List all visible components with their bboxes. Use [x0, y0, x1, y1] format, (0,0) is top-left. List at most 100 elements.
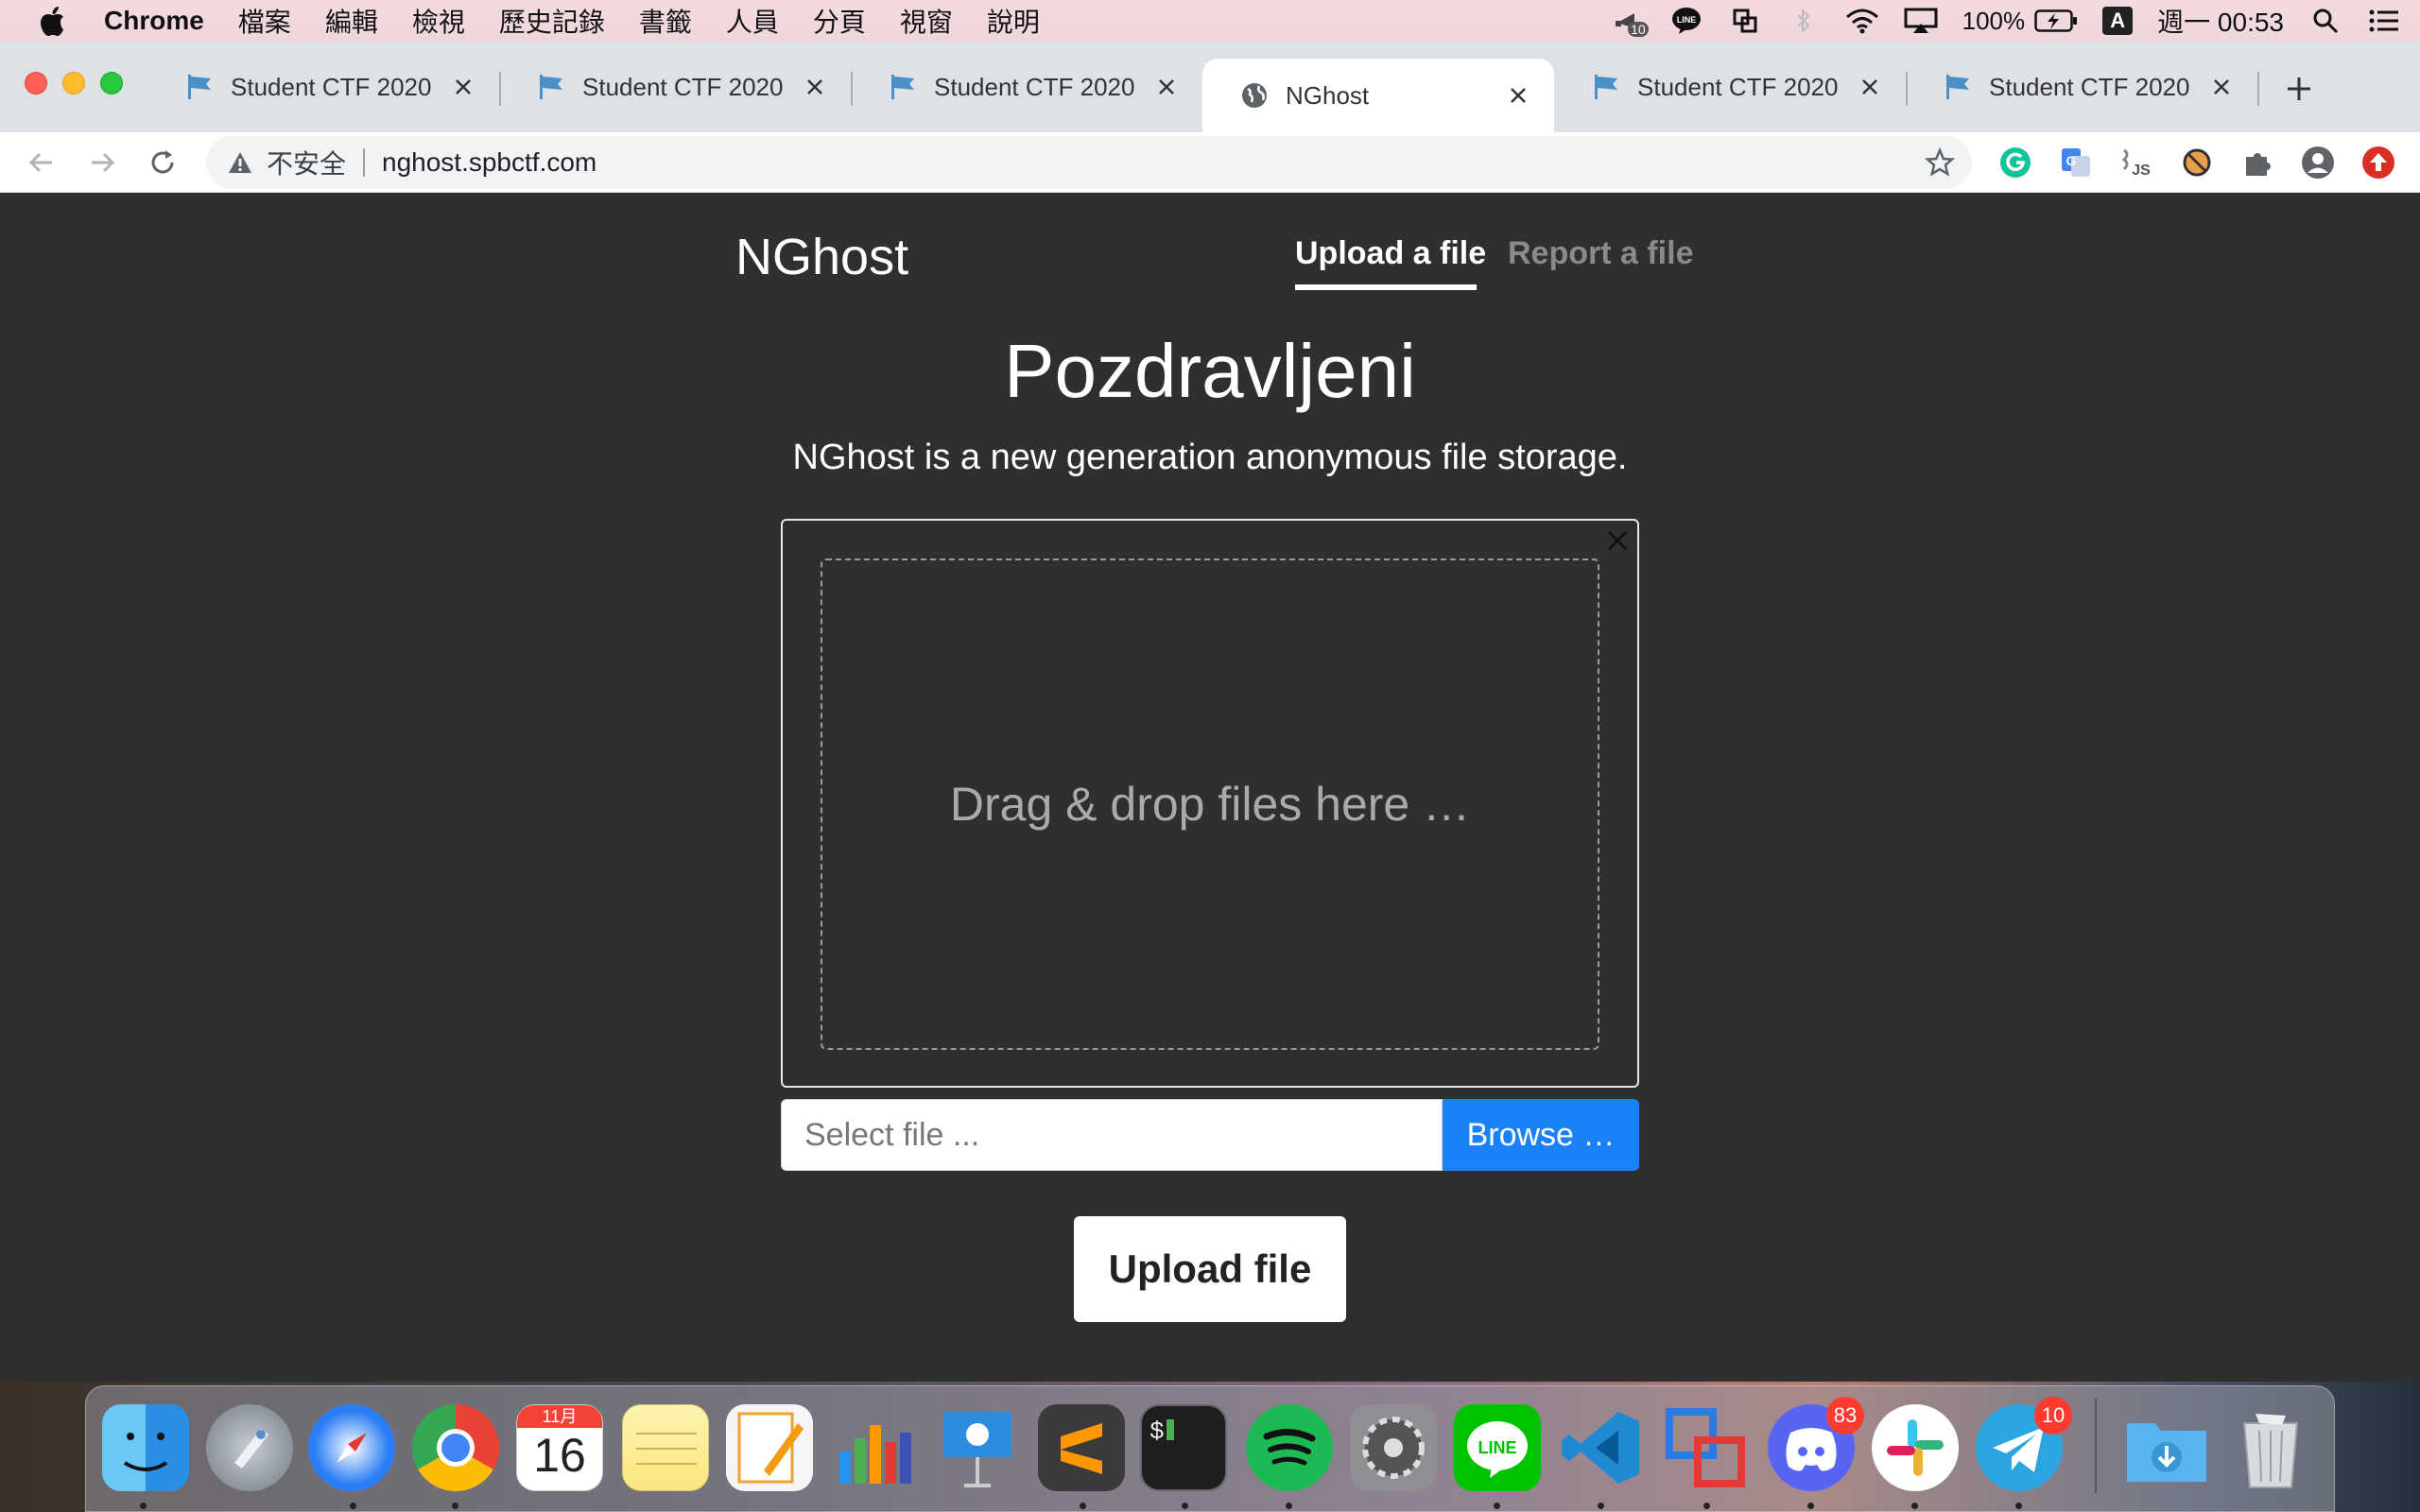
tab-student-ctf-5[interactable]: Student CTF 2020 [1906, 59, 2257, 115]
tab-nghost[interactable]: NGhost [1202, 59, 1554, 132]
vscode-icon[interactable] [1558, 1404, 1645, 1491]
finder-icon[interactable] [102, 1404, 189, 1491]
profile-avatar-icon[interactable] [2299, 144, 2337, 181]
tab-title: NGhost [1286, 80, 1370, 110]
tab-student-ctf-4[interactable]: Student CTF 2020 [1554, 59, 1906, 115]
flag-icon [188, 75, 211, 99]
window-minimize-button[interactable] [62, 72, 85, 94]
running-indicator [1598, 1503, 1604, 1509]
sublime-text-icon[interactable] [1038, 1404, 1125, 1491]
tab-close-icon[interactable] [450, 74, 476, 100]
menu-bar-clock[interactable]: 週一 00:53 [2157, 2, 2284, 40]
tab-title: Student CTF 2020 [582, 72, 784, 101]
page-heading: Pozdravljeni [1004, 329, 1416, 413]
menu-window[interactable]: 視窗 [900, 2, 953, 40]
javascript-switch-extension-icon[interactable]: JS [2118, 144, 2155, 181]
back-arrow-icon[interactable] [23, 144, 60, 181]
url-text[interactable]: nghost.spbctf.com [382, 147, 596, 178]
apple-logo-icon[interactable] [38, 5, 66, 37]
spotlight-search-icon[interactable] [2308, 7, 2342, 35]
nav-upload-a-file-link[interactable]: Upload a file [1295, 235, 1486, 272]
file-path-input[interactable]: Select file ... [781, 1099, 1443, 1171]
running-indicator [1911, 1503, 1918, 1509]
tab-student-ctf-2[interactable]: Student CTF 2020 [499, 59, 851, 115]
keynote-icon[interactable] [934, 1404, 1021, 1491]
numbers-icon[interactable] [830, 1404, 917, 1491]
warning-triangle-icon[interactable] [227, 149, 253, 176]
notes-icon[interactable] [622, 1404, 709, 1491]
svg-text:$: $ [1150, 1418, 1165, 1446]
dock-separator [2095, 1399, 2097, 1493]
macos-menu-bar: Chrome 檔案 編輯 檢視 歷史記錄 書籤 人員 分頁 視窗 說明 10 L… [0, 0, 2420, 42]
grammarly-extension-icon[interactable] [1996, 144, 2034, 181]
slack-icon[interactable] [1872, 1404, 1959, 1491]
tab-close-icon[interactable] [1505, 82, 1531, 109]
safari-icon[interactable] [308, 1404, 395, 1491]
file-dropzone[interactable]: Drag & drop files here … [781, 519, 1639, 1088]
screen-share-icon[interactable] [1728, 7, 1762, 35]
new-tab-plus-icon[interactable] [2280, 70, 2318, 108]
tab-title: Student CTF 2020 [1989, 72, 2190, 101]
forward-arrow-icon[interactable] [83, 144, 121, 181]
line-status-icon[interactable]: LINE [1669, 7, 1703, 35]
tab-close-icon[interactable] [2208, 74, 2235, 100]
tab-close-icon[interactable] [802, 74, 828, 100]
menu-help[interactable]: 說明 [987, 2, 1040, 40]
dropzone-close-icon[interactable] [1603, 526, 1632, 555]
line-app-icon[interactable]: LINE [1454, 1404, 1541, 1491]
security-status-label[interactable]: 不安全 [267, 144, 346, 181]
browse-button[interactable]: Browse … [1443, 1099, 1639, 1171]
downloads-folder-icon[interactable] [2123, 1404, 2210, 1491]
bluetooth-icon[interactable] [1787, 7, 1821, 35]
flag-icon [891, 75, 914, 99]
pages-icon[interactable] [726, 1404, 813, 1491]
nav-report-a-file-link[interactable]: Report a file [1508, 235, 1693, 272]
battery-charging-icon [2034, 9, 2078, 32]
window-zoom-button[interactable] [100, 72, 123, 94]
menu-edit[interactable]: 編輯 [325, 2, 378, 40]
google-chrome-icon[interactable] [412, 1404, 499, 1491]
spotify-icon[interactable] [1246, 1404, 1333, 1491]
running-indicator [2015, 1503, 2022, 1509]
menu-view[interactable]: 檢視 [412, 2, 465, 40]
extensions-puzzle-icon[interactable] [2238, 144, 2276, 181]
wifi-icon[interactable] [1845, 7, 1879, 35]
site-brand-logo[interactable]: NGhost [735, 228, 908, 286]
menu-tab[interactable]: 分頁 [813, 2, 866, 40]
running-indicator [1807, 1503, 1814, 1509]
svg-text:LINE: LINE [1676, 15, 1696, 25]
tab-student-ctf-1[interactable]: Student CTF 2020 [147, 59, 499, 115]
menu-history[interactable]: 歷史記錄 [499, 2, 605, 40]
google-translate-extension-icon[interactable]: G [2057, 144, 2095, 181]
tab-separator [2257, 72, 2259, 106]
calendar-icon[interactable]: 11月 16 [516, 1404, 603, 1491]
parallels-access-icon[interactable] [1662, 1404, 1749, 1491]
tab-close-icon[interactable] [1153, 74, 1180, 100]
telegram-icon[interactable]: 10 [1976, 1397, 2072, 1491]
menu-people[interactable]: 人員 [726, 2, 779, 40]
launchpad-icon[interactable] [206, 1404, 293, 1491]
system-preferences-icon[interactable] [1350, 1404, 1437, 1491]
airplay-icon[interactable] [1904, 7, 1938, 35]
reload-icon[interactable] [144, 144, 182, 181]
trash-icon[interactable] [2227, 1404, 2314, 1491]
tab-student-ctf-3[interactable]: Student CTF 2020 [851, 59, 1202, 115]
bookmark-star-icon[interactable] [1925, 147, 1955, 178]
chrome-update-icon[interactable] [2360, 144, 2397, 181]
upload-file-button[interactable]: Upload file [1074, 1216, 1346, 1322]
menu-file[interactable]: 檔案 [238, 2, 291, 40]
menu-bookmarks[interactable]: 書籤 [639, 2, 692, 40]
notification-center-icon[interactable] [2367, 7, 2401, 35]
menu-app-chrome[interactable]: Chrome [104, 6, 204, 36]
address-bar[interactable]: 不安全 nghost.spbctf.com [206, 136, 1972, 189]
tab-close-icon[interactable] [1857, 74, 1883, 100]
notification-status-icon[interactable]: 10 [1611, 7, 1649, 37]
dropzone-drop-area[interactable]: Drag & drop files here … [821, 558, 1599, 1050]
terminal-icon[interactable]: $ [1140, 1404, 1227, 1491]
battery-status[interactable]: 100% [1962, 7, 2079, 36]
blocked-extension-icon[interactable] [2178, 144, 2216, 181]
input-source-indicator[interactable]: A [2102, 7, 2134, 35]
window-close-button[interactable] [25, 72, 47, 94]
discord-icon[interactable]: 83 [1768, 1397, 1864, 1491]
running-indicator [1494, 1503, 1500, 1509]
